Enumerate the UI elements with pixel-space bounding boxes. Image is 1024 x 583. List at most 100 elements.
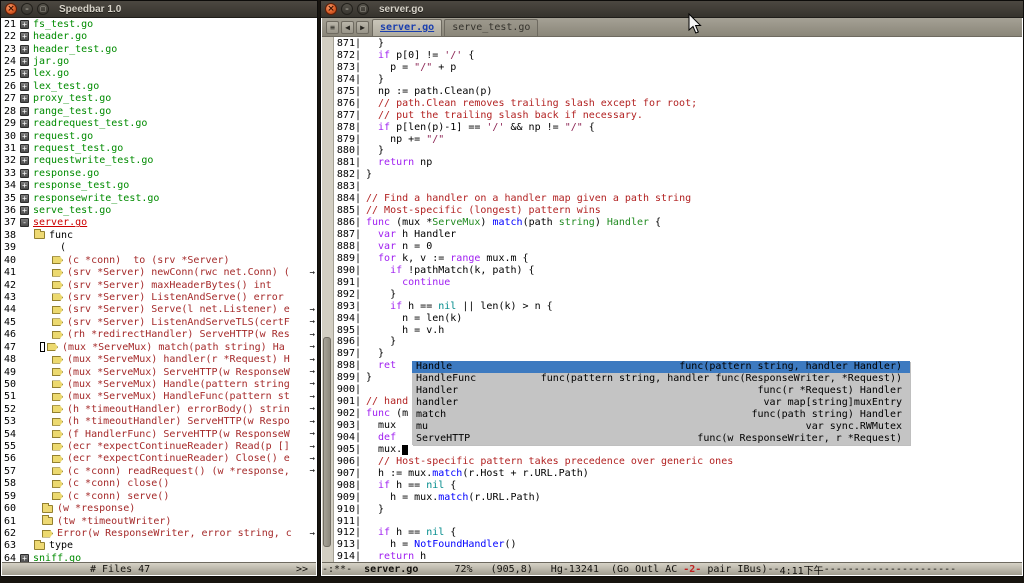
code-line[interactable]: 895|h = v.h	[336, 325, 1022, 337]
completion-item[interactable]: HandleFuncfunc(pattern string, handler f…	[412, 373, 910, 385]
item-label[interactable]: (srv *Server) Serve(l net.Listener) e	[67, 304, 290, 315]
speedbar-row[interactable]: 52(h *timeoutHandler) errorBody() strin→	[2, 403, 316, 415]
item-label[interactable]: jar.go	[33, 56, 69, 67]
code-line[interactable]: 886|func (mux *ServeMux) match(path stri…	[336, 217, 1022, 229]
item-label[interactable]: readrequest_test.go	[33, 118, 147, 129]
item-label[interactable]: server.go	[33, 217, 87, 228]
completion-item[interactable]: Handlefunc(pattern string, handler Handl…	[412, 361, 910, 373]
speedbar-row[interactable]: 37-server.go	[2, 217, 316, 229]
item-label[interactable]: range_test.go	[33, 106, 111, 117]
tab-serve-test-go[interactable]: serve_test.go	[444, 19, 538, 36]
code-line[interactable]: 909|h = mux.match(r.URL.Path)	[336, 492, 1022, 504]
buffer-menu-icon[interactable]: ≡	[326, 21, 339, 34]
item-label[interactable]: (mux *ServeMux) match(path string) Ha	[62, 342, 285, 353]
code-line[interactable]: 872|if p[0] != '/' {	[336, 50, 1022, 62]
speedbar-row[interactable]: 41(srv *Server) newConn(rwc net.Conn) (→	[2, 266, 316, 278]
speedbar-row[interactable]: 26+lex_test.go	[2, 80, 316, 92]
code-line[interactable]: 875|np := path.Clean(p)	[336, 86, 1022, 98]
code-line[interactable]: 878|if p[len(p)-1] == '/' && np != "/" {	[336, 122, 1022, 134]
speedbar-row[interactable]: 29+readrequest_test.go	[2, 117, 316, 129]
expand-button[interactable]: +	[20, 119, 29, 128]
item-label[interactable]: (w *response)	[57, 503, 135, 514]
speedbar-row[interactable]: 43(srv *Server) ListenAndServe() error	[2, 291, 316, 303]
completion-item[interactable]: ServeHTTPfunc(w ResponseWriter, r *Reque…	[412, 433, 910, 445]
code-line[interactable]: 907|h := mux.match(r.Host + r.URL.Path)	[336, 468, 1022, 480]
expand-button[interactable]: +	[20, 169, 29, 178]
close-icon[interactable]: ×	[5, 3, 17, 15]
speedbar-row[interactable]: 27+proxy_test.go	[2, 93, 316, 105]
code-line[interactable]: 893|if h == nil || len(k) > n {	[336, 301, 1022, 313]
expand-button[interactable]: +	[20, 94, 29, 103]
code-line[interactable]: 890|if !pathMatch(k, path) {	[336, 265, 1022, 277]
speedbar-row[interactable]: 28+range_test.go	[2, 105, 316, 117]
minimize-icon[interactable]: –	[341, 3, 353, 15]
item-label[interactable]: (c *conn) serve()	[67, 491, 169, 502]
code-line[interactable]: 885|// Most-specific (longest) pattern w…	[336, 205, 1022, 217]
close-icon[interactable]: ×	[325, 3, 337, 15]
speedbar-row[interactable]: 30+request.go	[2, 130, 316, 142]
speedbar-rows[interactable]: 21+fs_test.go22+header.go23+header_test.…	[2, 18, 316, 563]
expand-button[interactable]: +	[20, 45, 29, 54]
speedbar-row[interactable]: 23+header_test.go	[2, 43, 316, 55]
expand-button[interactable]: +	[20, 69, 29, 78]
item-label[interactable]: (c *conn) readRequest() (w *response,	[67, 466, 290, 477]
speedbar-row[interactable]: 35+responsewrite_test.go	[2, 192, 316, 204]
code-line[interactable]: 905|mux.	[336, 444, 1022, 456]
speedbar-row[interactable]: 48(mux *ServeMux) handler(r *Request) H→	[2, 353, 316, 365]
code-line[interactable]: 894|n = len(k)	[336, 313, 1022, 325]
item-label[interactable]: request_test.go	[33, 143, 123, 154]
code-line[interactable]: 881|return np	[336, 157, 1022, 169]
code-line[interactable]: 887|var h Handler	[336, 229, 1022, 241]
item-label[interactable]: (mux *ServeMux) handler(r *Request) H	[67, 354, 290, 365]
code-line[interactable]: 912|if h == nil {	[336, 527, 1022, 539]
code-line[interactable]: 874|}	[336, 74, 1022, 86]
speedbar-row[interactable]: 63type	[2, 540, 316, 552]
code-line[interactable]: 876|// path.Clean removes trailing slash…	[336, 98, 1022, 110]
collapse-button[interactable]: -	[20, 218, 29, 227]
speedbar-row[interactable]: 25+lex.go	[2, 68, 316, 80]
item-label[interactable]: response_test.go	[33, 180, 129, 191]
code-line[interactable]: 910|}	[336, 504, 1022, 516]
item-label[interactable]: responsewrite_test.go	[33, 193, 159, 204]
code-line[interactable]: 897|}	[336, 348, 1022, 360]
item-label[interactable]: header.go	[33, 31, 87, 42]
speedbar-row[interactable]: 39(	[2, 242, 316, 254]
expand-button[interactable]: +	[20, 57, 29, 66]
code-line[interactable]: 908|if h == nil {	[336, 480, 1022, 492]
speedbar-row[interactable]: 54(f HandlerFunc) ServeHTTP(w ResponseW→	[2, 428, 316, 440]
item-label[interactable]: (ecr *expectContinueReader) Close() e	[67, 453, 290, 464]
speedbar-row[interactable]: 47(mux *ServeMux) match(path string) Ha→	[2, 341, 316, 353]
code-line[interactable]: 871|}	[336, 38, 1022, 50]
item-label[interactable]: (mux *ServeMux) HandleFunc(pattern st	[67, 391, 290, 402]
speedbar-row[interactable]: 56(ecr *expectContinueReader) Close() e→	[2, 453, 316, 465]
item-label[interactable]: (h *timeoutHandler) ServeHTTP(w Respo	[67, 416, 290, 427]
code-line[interactable]: 879|np += "/"	[336, 134, 1022, 146]
speedbar-row[interactable]: 24+jar.go	[2, 55, 316, 67]
code-line[interactable]: 889|for k, v := range mux.m {	[336, 253, 1022, 265]
item-label[interactable]: (srv *Server) ListenAndServe() error	[67, 292, 284, 303]
item-label[interactable]: (srv *Server) ListenAndServeTLS(certF	[67, 317, 290, 328]
item-label[interactable]: (f HandlerFunc) ServeHTTP(w ResponseW	[67, 429, 290, 440]
completion-item[interactable]: muvar sync.RWMutex	[412, 421, 910, 433]
speedbar-row[interactable]: 59(c *conn) serve()	[2, 490, 316, 502]
expand-button[interactable]: +	[20, 132, 29, 141]
item-label[interactable]: fs_test.go	[33, 19, 93, 30]
item-label[interactable]: (srv *Server) newConn(rwc net.Conn) (	[67, 267, 290, 278]
tab-server-go[interactable]: server.go	[372, 19, 442, 36]
speedbar-row[interactable]: 34+response_test.go	[2, 179, 316, 191]
item-label[interactable]: (srv *Server) maxHeaderBytes() int	[67, 280, 272, 291]
item-label[interactable]: proxy_test.go	[33, 93, 111, 104]
code-line[interactable]: 888|var n = 0	[336, 241, 1022, 253]
expand-button[interactable]: +	[20, 156, 29, 165]
speedbar-next-button[interactable]: >>	[296, 564, 308, 575]
code-line[interactable]: 892|}	[336, 289, 1022, 301]
speedbar-row[interactable]: 36+serve_test.go	[2, 204, 316, 216]
expand-button[interactable]: +	[20, 144, 29, 153]
speedbar-row[interactable]: 22+header.go	[2, 30, 316, 42]
speedbar-row[interactable]: 32+requestwrite_test.go	[2, 155, 316, 167]
item-label[interactable]: (mux *ServeMux) ServeHTTP(w ResponseW	[67, 367, 290, 378]
speedbar-row[interactable]: 49(mux *ServeMux) ServeHTTP(w ResponseW→	[2, 366, 316, 378]
item-label[interactable]: (h *timeoutHandler) errorBody() strin	[67, 404, 290, 415]
item-label[interactable]: type	[49, 540, 73, 551]
speedbar-row[interactable]: 38func	[2, 229, 316, 241]
